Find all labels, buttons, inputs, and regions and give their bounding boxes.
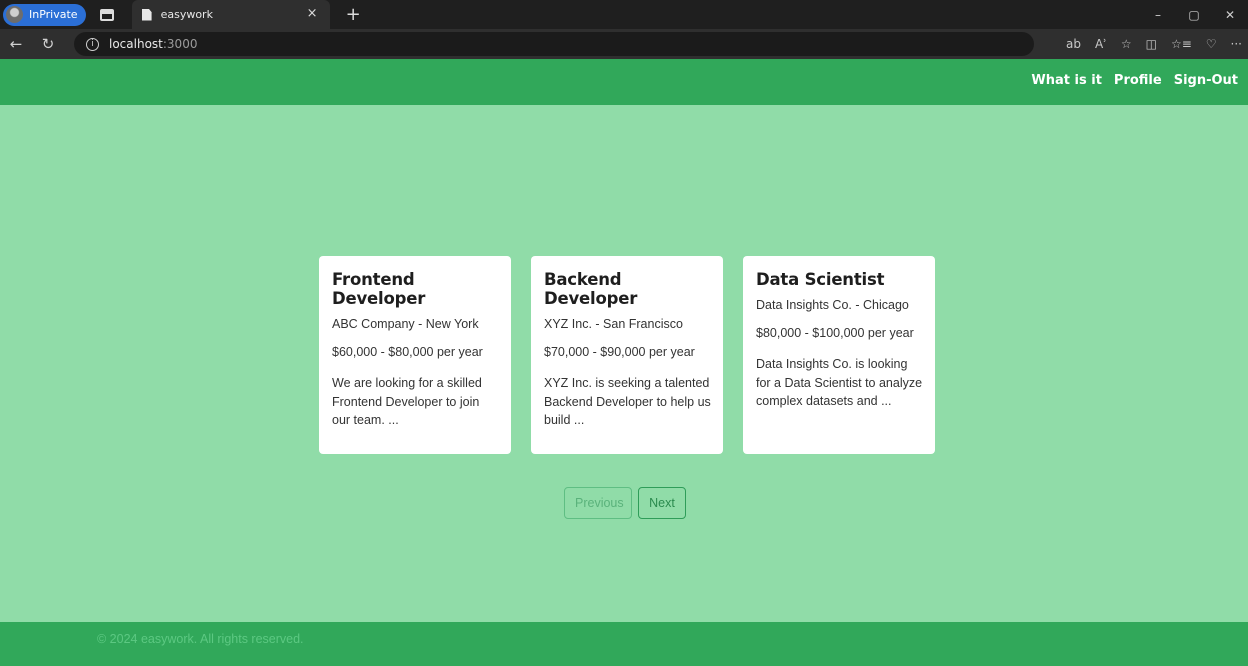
page: What is it Profile Sign-Out Frontend Dev…: [0, 59, 1248, 666]
split-screen-icon[interactable]: ◫: [1146, 37, 1157, 51]
job-company: ABC Company - New York: [332, 317, 479, 331]
job-salary: $80,000 - $100,000 per year: [756, 326, 914, 340]
job-description: We are looking for a skilled Frontend De…: [332, 376, 482, 427]
job-title: Backend Developer: [544, 270, 638, 308]
address-bar[interactable]: i localhost:3000: [74, 32, 1034, 56]
translate-icon[interactable]: ab: [1066, 37, 1081, 51]
job-card[interactable]: Backend Developer XYZ Inc. - San Francis…: [531, 256, 723, 454]
nav-link-sign-out[interactable]: Sign-Out: [1174, 73, 1238, 88]
next-button[interactable]: Next: [638, 487, 686, 519]
job-description: Data Insights Co. is looking for a Data …: [756, 357, 923, 408]
refresh-icon[interactable]: ↻: [32, 35, 64, 53]
window-controls: – ▢ ✕: [1140, 0, 1248, 29]
job-title: Data Scientist: [756, 270, 885, 289]
favorite-icon[interactable]: ☆: [1121, 37, 1132, 51]
read-aloud-icon[interactable]: Aʾ: [1095, 37, 1107, 51]
pagination: Previous Next: [564, 487, 686, 519]
profile-avatar-icon: [6, 6, 23, 23]
minimize-icon[interactable]: –: [1140, 8, 1176, 22]
back-icon[interactable]: ←: [0, 35, 32, 53]
job-company: Data Insights Co. - Chicago: [756, 298, 909, 312]
page-document-icon: [141, 8, 152, 21]
favorites-list-icon[interactable]: ☆≡: [1171, 37, 1192, 51]
nav-link-profile[interactable]: Profile: [1114, 73, 1162, 88]
nav-link-what-is-it[interactable]: What is it: [1031, 73, 1102, 88]
tab-title: easywork: [160, 8, 213, 21]
inprivate-badge[interactable]: InPrivate: [3, 3, 86, 26]
site-navbar: What is it Profile Sign-Out: [0, 59, 1248, 105]
previous-button[interactable]: Previous: [564, 487, 632, 519]
more-options-icon[interactable]: ···: [1231, 37, 1242, 51]
browser-toolbar: ab Aʾ ☆ ◫ ☆≡ ♡ ···: [1066, 29, 1242, 59]
job-salary: $70,000 - $90,000 per year: [544, 345, 695, 359]
job-card[interactable]: Frontend Developer ABC Company - New Yor…: [319, 256, 511, 454]
browser-essentials-icon[interactable]: ♡: [1206, 37, 1217, 51]
inprivate-label: InPrivate: [29, 8, 78, 21]
tab-actions-icon[interactable]: [99, 8, 114, 21]
browser-tab-bar: InPrivate easywork × + – ▢ ✕: [0, 0, 1248, 29]
url-host: localhost: [109, 37, 163, 51]
restore-icon[interactable]: ▢: [1176, 8, 1212, 22]
browser-tab[interactable]: easywork ×: [131, 0, 330, 29]
tab-close-icon[interactable]: ×: [307, 6, 318, 21]
address-bar-row: ← ↻ i localhost:3000: [0, 29, 1248, 59]
footer-copyright: © 2024 easywork. All rights reserved.: [97, 632, 304, 646]
job-title: Frontend Developer: [332, 270, 426, 308]
job-salary: $60,000 - $80,000 per year: [332, 345, 483, 359]
job-company: XYZ Inc. - San Francisco: [544, 317, 683, 331]
url-port: :3000: [162, 37, 198, 51]
job-card[interactable]: Data Scientist Data Insights Co. - Chica…: [743, 256, 935, 454]
new-tab-button[interactable]: +: [346, 4, 361, 25]
close-window-icon[interactable]: ✕: [1212, 8, 1248, 22]
site-footer: © 2024 easywork. All rights reserved.: [0, 622, 1248, 666]
site-info-icon[interactable]: i: [86, 37, 99, 51]
nav-links: What is it Profile Sign-Out: [1031, 73, 1238, 88]
job-description: XYZ Inc. is seeking a talented Backend D…: [544, 376, 711, 427]
